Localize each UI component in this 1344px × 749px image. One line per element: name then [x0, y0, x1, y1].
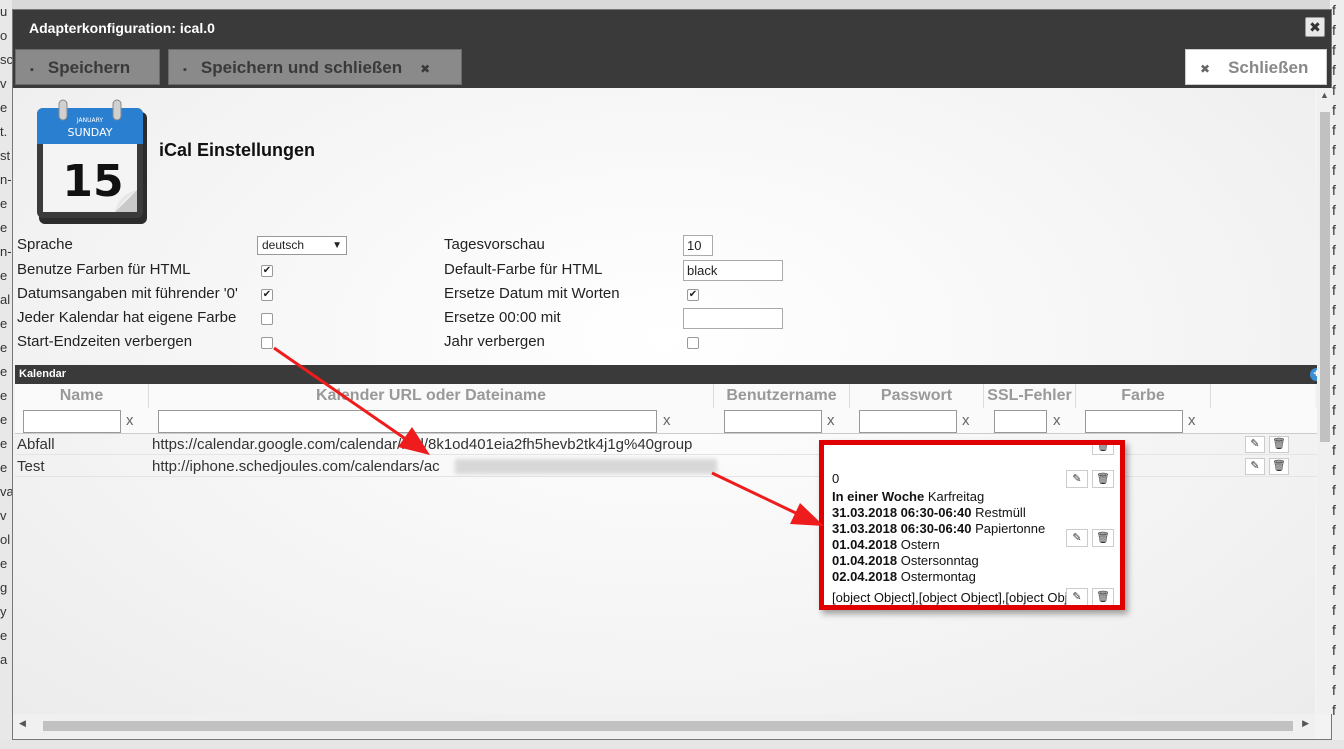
annotation-arrows — [273, 346, 824, 526]
arrow-to-popup — [711, 471, 824, 526]
arrow-to-url — [273, 346, 430, 455]
